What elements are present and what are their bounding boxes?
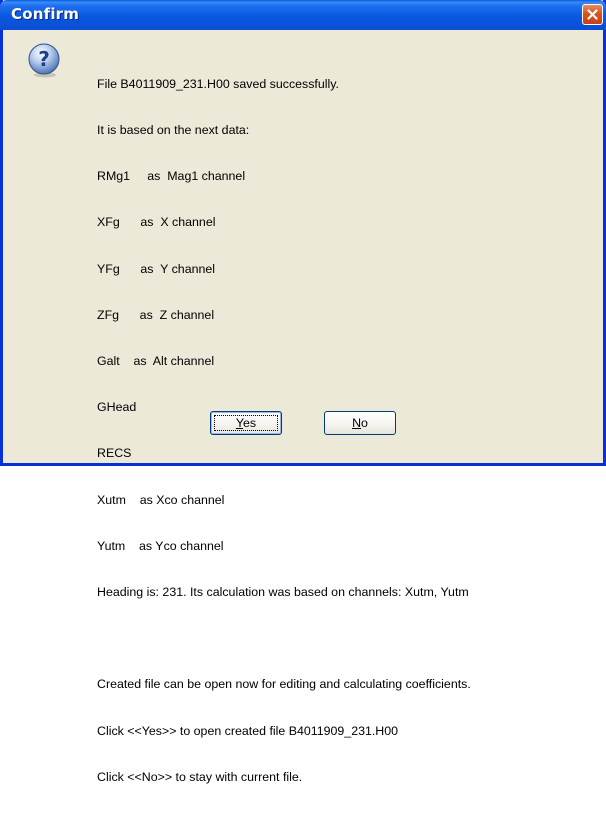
message-line: Yutm as Yco channel — [97, 538, 224, 553]
yes-button[interactable]: Yes — [210, 411, 282, 435]
message-line: GHead — [97, 400, 137, 415]
svg-text:?: ? — [38, 47, 50, 71]
yes-button-label: Yes — [236, 412, 256, 434]
message-line: Galt as Alt channel — [97, 354, 215, 369]
message-text: File B4011909_231.H00 saved successfully… — [97, 46, 471, 816]
close-icon — [587, 9, 598, 20]
message-line: Click <<No>> to stay with current file. — [97, 769, 303, 784]
message-line: Click <<Yes>> to open created file B4011… — [97, 723, 399, 738]
yes-label-rest: es — [243, 416, 257, 430]
message-line-blank — [97, 631, 471, 646]
no-mnemonic: N — [352, 416, 362, 430]
message-line: Created file can be open now for editing… — [97, 677, 471, 692]
no-button[interactable]: No — [324, 411, 396, 435]
confirm-dialog: Confirm ? File B4011909_231.H00 saved su… — [0, 0, 606, 784]
dialog-title: Confirm — [11, 5, 80, 23]
yes-mnemonic: Y — [235, 416, 244, 430]
message-line: ZFg as Z channel — [97, 307, 215, 322]
message-line: XFg as X channel — [97, 215, 216, 230]
no-button-label: No — [352, 412, 368, 434]
message-line: File B4011909_231.H00 saved successfully… — [97, 76, 339, 91]
question-icon: ? — [28, 43, 60, 78]
message-line: RECS — [97, 446, 132, 461]
title-bar[interactable]: Confirm — [0, 0, 606, 30]
no-label-rest: o — [361, 416, 368, 430]
message-line: Xutm as Xco channel — [97, 492, 225, 507]
close-button[interactable] — [582, 4, 603, 25]
message-line: Heading is: 231. Its calculation was bas… — [97, 585, 469, 600]
message-line: RMg1 as Mag1 channel — [97, 169, 246, 184]
message-line: YFg as Y channel — [97, 261, 216, 276]
message-line: It is based on the next data: — [97, 123, 250, 138]
